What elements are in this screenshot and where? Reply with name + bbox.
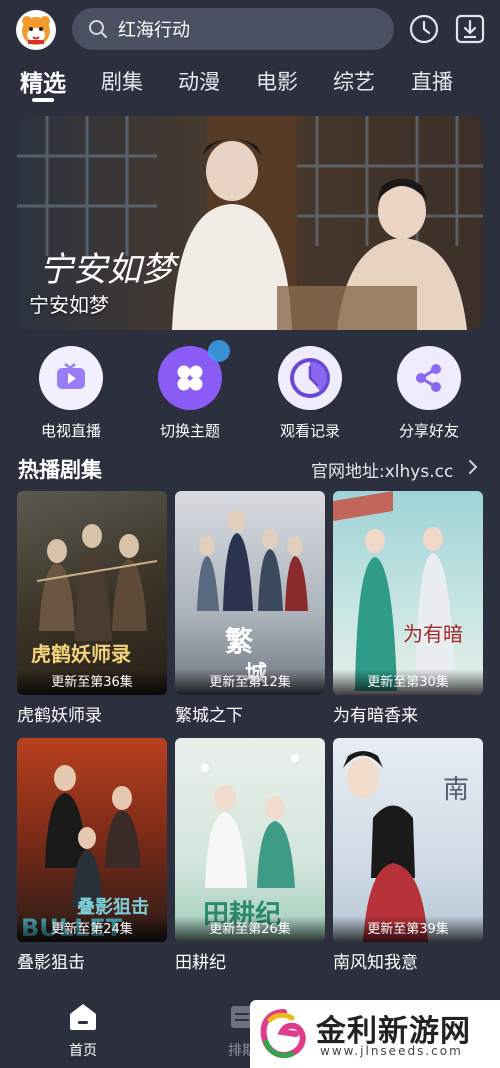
tab-live[interactable]: 直播	[411, 66, 453, 96]
drama-title: 田耕纪	[175, 953, 226, 973]
tab-anime[interactable]: 动漫	[178, 66, 220, 96]
update-badge: 更新至第30集	[333, 669, 483, 695]
tiger-logo-icon	[22, 16, 50, 45]
share-icon	[397, 346, 461, 410]
quick-entry-label: 分享好友	[398, 422, 459, 440]
tab-series[interactable]: 剧集	[101, 66, 143, 96]
svg-text:虎鹤妖师录: 虎鹤妖师录	[31, 642, 131, 666]
update-badge: 更新至第26集	[175, 916, 325, 942]
tv-play-icon	[39, 346, 103, 410]
banner-title: 宁安如梦	[29, 293, 109, 317]
active-tab-indicator	[32, 98, 54, 102]
poster-image: 叠影狙击 BULLET 更新至第24集	[17, 738, 167, 942]
quick-entry-tv-live[interactable]: 电视直播	[21, 346, 121, 441]
home-icon	[70, 1004, 96, 1030]
category-tabs: 精选 剧集 动漫 电影 综艺 直播	[0, 62, 500, 106]
history-clock-icon	[278, 346, 342, 410]
watermark-logo-icon	[260, 1009, 306, 1058]
poster-image: 为有暗 更新至第30集	[333, 491, 483, 695]
update-badge: 更新至第12集	[175, 669, 325, 695]
search-query: 红海行动	[118, 20, 190, 41]
svg-text:繁: 繁	[225, 625, 254, 658]
nav-label: 首页	[69, 1043, 97, 1059]
drama-title: 繁城之下	[175, 706, 243, 726]
update-badge: 更新至第36集	[17, 669, 167, 695]
quick-entry-label: 观看记录	[279, 422, 340, 440]
section-website-link[interactable]: 官网地址:xlhys.cc	[311, 457, 453, 482]
drama-card[interactable]: 南 更新至第39集 南风知我意	[333, 738, 483, 973]
watermark-url: www.jlnseeds.com	[320, 1044, 463, 1058]
theme-clover-icon	[158, 340, 230, 410]
drama-card[interactable]: 繁 城 更新至第12集 繁城之下	[175, 491, 325, 726]
app-logo[interactable]	[16, 10, 56, 50]
quick-entry-history[interactable]: 观看记录	[260, 346, 360, 441]
drama-title: 虎鹤妖师录	[17, 706, 102, 726]
update-badge: 更新至第39集	[333, 916, 483, 942]
poster-image: 南 更新至第39集	[333, 738, 483, 942]
tab-featured[interactable]: 精选	[20, 64, 66, 98]
poster-image: 虎鹤妖师录 更新至第36集	[17, 491, 167, 695]
poster-image: 田耕纪 更新至第26集	[175, 738, 325, 942]
poster-image: 繁 城 更新至第12集	[175, 491, 325, 695]
drama-title: 南风知我意	[333, 953, 418, 973]
search-icon	[89, 20, 107, 38]
quick-entry-label: 切换主题	[159, 422, 220, 440]
quick-entry-share[interactable]: 分享好友	[379, 346, 479, 441]
section-title: 热播剧集	[18, 458, 102, 482]
drama-card[interactable]: 为有暗 更新至第30集 为有暗香来	[333, 491, 483, 726]
svg-text:南: 南	[443, 775, 469, 805]
top-bar: 红海行动	[0, 0, 500, 58]
search-input[interactable]: 红海行动	[72, 8, 394, 50]
drama-card[interactable]: 叠影狙击 BULLET 更新至第24集 叠影狙击	[17, 738, 167, 973]
hero-banner[interactable]: 宁安如梦 宁安如梦	[17, 116, 483, 330]
download-icon[interactable]	[454, 13, 486, 45]
quick-entry-label: 电视直播	[40, 422, 101, 440]
site-watermark: 金利新游网 www.jlnseeds.com	[250, 1000, 500, 1068]
history-icon[interactable]	[408, 13, 440, 45]
drama-card[interactable]: 虎鹤妖师录 更新至第36集 虎鹤妖师录	[17, 491, 167, 726]
drama-title: 叠影狙击	[17, 953, 85, 973]
update-badge: 更新至第24集	[17, 916, 167, 942]
drama-card[interactable]: 田耕纪 更新至第26集 田耕纪	[175, 738, 325, 973]
tab-movies[interactable]: 电影	[256, 66, 298, 96]
svg-text:宁安如梦: 宁安如梦	[39, 250, 180, 290]
drama-title: 为有暗香来	[333, 706, 418, 726]
nav-home[interactable]: 首页	[53, 1002, 113, 1060]
tab-variety[interactable]: 综艺	[333, 66, 375, 96]
quick-entry-theme[interactable]: 切换主题	[140, 340, 240, 441]
chevron-right-icon[interactable]	[466, 458, 480, 476]
svg-text:为有暗: 为有暗	[403, 622, 463, 646]
